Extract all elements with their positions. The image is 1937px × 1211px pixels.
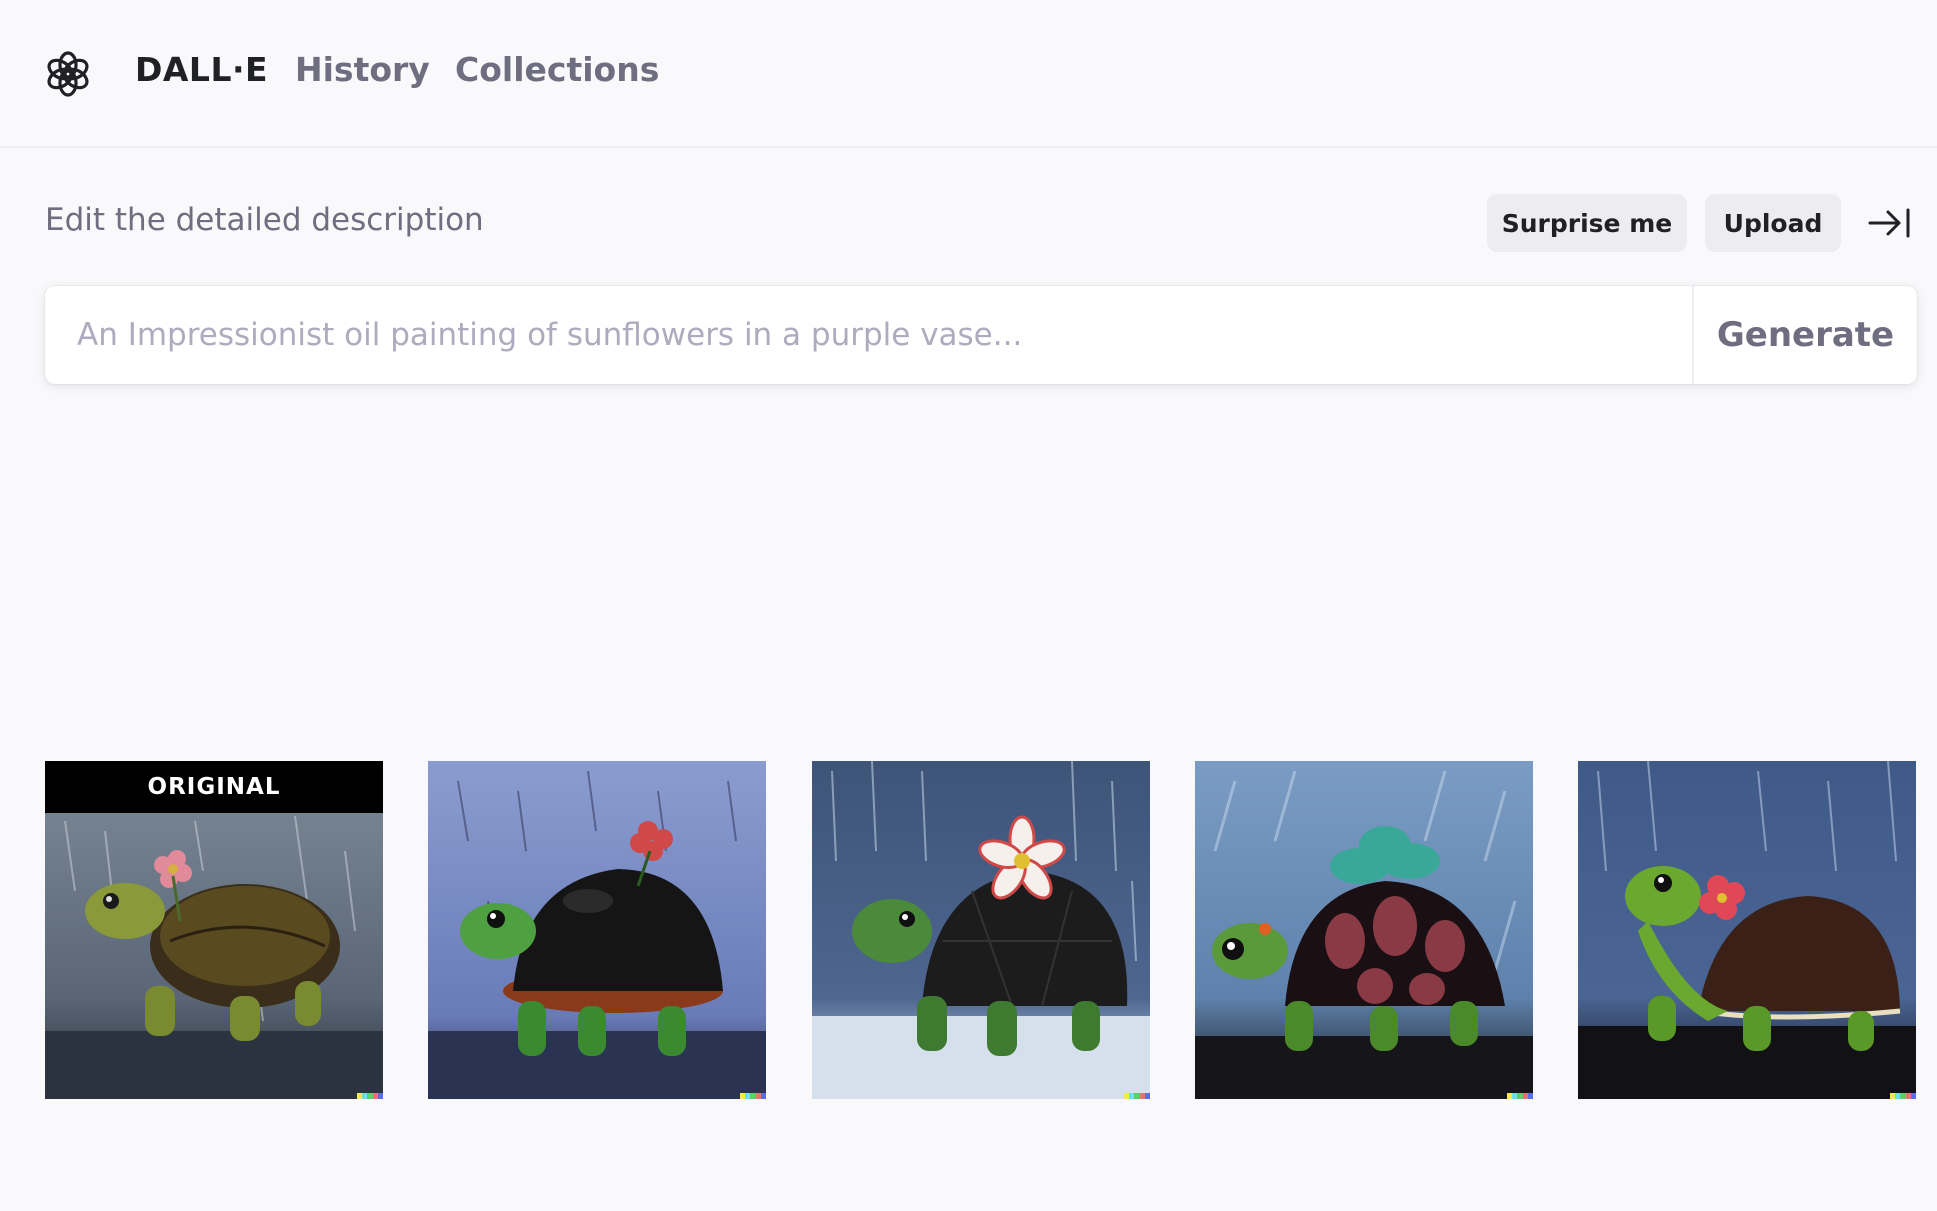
turtle-variation-image (428, 761, 766, 1099)
prompt-input[interactable] (45, 286, 1692, 384)
gallery-image-variation[interactable] (1578, 761, 1916, 1099)
surprise-me-button[interactable]: Surprise me (1487, 194, 1687, 252)
prompt-bar: Generate (45, 286, 1917, 384)
openai-logo-icon[interactable] (43, 49, 93, 99)
original-badge: ORIGINAL (45, 761, 383, 813)
upload-button[interactable]: Upload (1705, 194, 1841, 252)
dalle-signature (1124, 1093, 1150, 1099)
gallery-image-variation[interactable] (1195, 761, 1533, 1099)
turtle-variation-image (1578, 761, 1916, 1099)
turtle-variation-image (1195, 761, 1533, 1099)
gallery-image-variation[interactable] (812, 761, 1150, 1099)
edit-description-label: Edit the detailed description (45, 202, 484, 238)
top-navigation: DALL·E History Collections (0, 0, 1937, 148)
arrow-right-to-bar-icon[interactable] (1867, 203, 1911, 243)
dalle-signature (1507, 1093, 1533, 1099)
dalle-signature (1890, 1093, 1916, 1099)
nav-dalle-home[interactable]: DALL·E (135, 50, 268, 89)
dalle-signature (740, 1093, 766, 1099)
nav-collections[interactable]: Collections (455, 50, 659, 89)
generate-button[interactable]: Generate (1694, 286, 1917, 384)
turtle-variation-image (812, 761, 1150, 1099)
gallery-image-original[interactable]: ORIGINAL (45, 761, 383, 1099)
gallery-image-variation[interactable] (428, 761, 766, 1099)
nav-history[interactable]: History (295, 50, 430, 89)
dalle-signature (357, 1093, 383, 1099)
